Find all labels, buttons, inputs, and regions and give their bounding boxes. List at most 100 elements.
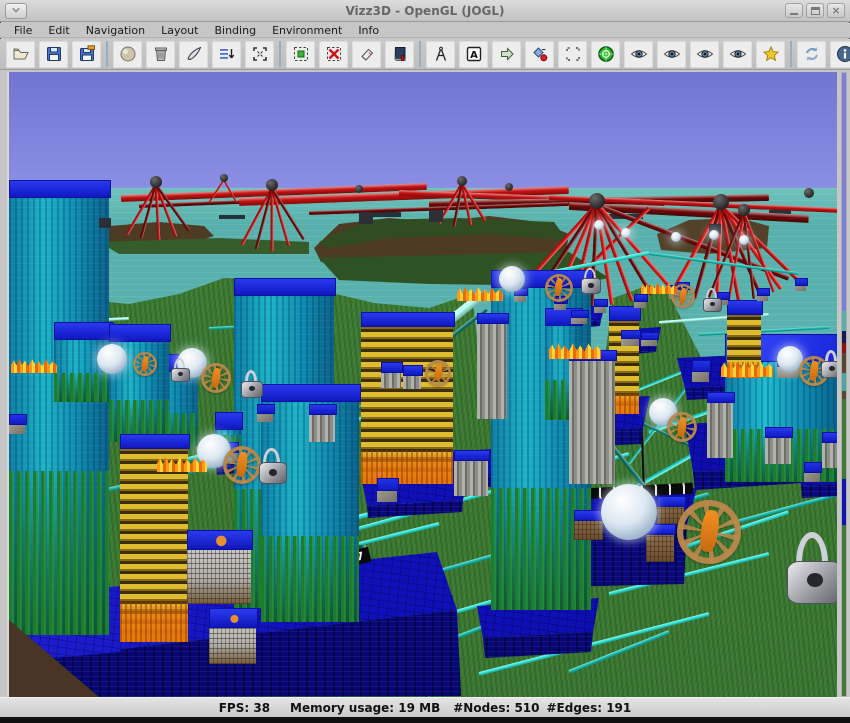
menu-edit[interactable]: Edit xyxy=(40,23,77,38)
delete-button[interactable] xyxy=(146,41,175,68)
side-strip xyxy=(841,72,847,697)
gear-icon xyxy=(201,363,231,393)
eye-icon xyxy=(696,45,714,63)
padlock-body xyxy=(259,462,287,484)
red-bundle-node xyxy=(738,204,750,216)
select-remove-button[interactable] xyxy=(319,41,348,68)
menu-environment[interactable]: Environment xyxy=(264,23,350,38)
sky xyxy=(9,72,837,190)
distant-object xyxy=(219,215,245,219)
chevron-down-icon xyxy=(9,2,23,21)
marquee-button[interactable] xyxy=(558,41,587,68)
title-bar[interactable]: Vizz3D - OpenGL (JOGL) × xyxy=(0,0,850,22)
star-icon xyxy=(762,45,780,63)
building-box xyxy=(757,288,768,301)
save-as-button[interactable] xyxy=(72,41,101,68)
maximize-button[interactable] xyxy=(806,3,824,18)
menu-file[interactable]: File xyxy=(6,23,40,38)
padlock-icon xyxy=(703,288,722,312)
toolbar: A xyxy=(0,39,850,70)
open-icon xyxy=(12,45,30,63)
window-bottom-border xyxy=(0,717,850,723)
building-gray xyxy=(765,427,791,464)
padlock-body xyxy=(581,278,601,294)
globe-button[interactable] xyxy=(591,41,620,68)
window-menu-button[interactable] xyxy=(5,3,27,19)
sphere-icon xyxy=(671,232,681,242)
node-link-icon xyxy=(531,45,549,63)
info-button[interactable] xyxy=(830,41,850,68)
padlock-body xyxy=(821,361,837,378)
menu-info[interactable]: Info xyxy=(350,23,387,38)
building-box xyxy=(634,294,646,308)
close-button[interactable]: × xyxy=(827,3,845,18)
select-add-button[interactable] xyxy=(286,41,315,68)
building-box xyxy=(804,462,820,482)
menu-binding[interactable]: Binding xyxy=(206,23,264,38)
refresh-button[interactable] xyxy=(797,41,826,68)
measure-button[interactable] xyxy=(426,41,455,68)
eraser-button[interactable] xyxy=(352,41,381,68)
fit-view-icon xyxy=(251,45,269,63)
book-icon xyxy=(391,45,409,63)
eye-3-button[interactable] xyxy=(690,41,719,68)
maximize-icon xyxy=(811,7,820,15)
sort-icon xyxy=(218,45,236,63)
building-brown xyxy=(574,510,603,540)
book-button[interactable] xyxy=(385,41,414,68)
building-gray xyxy=(569,350,615,484)
toolbar-separator xyxy=(279,41,281,67)
building-box xyxy=(9,414,25,434)
toolbar-separator xyxy=(419,41,421,67)
red-bundle-node xyxy=(505,183,513,191)
marquee-icon xyxy=(564,45,582,63)
eye-4-button[interactable] xyxy=(723,41,752,68)
eye-icon xyxy=(663,45,681,63)
fit-view-button[interactable] xyxy=(245,41,274,68)
sphere-icon xyxy=(739,235,749,245)
paint-button[interactable] xyxy=(179,41,208,68)
svg-text:A: A xyxy=(470,50,478,61)
padlock-body xyxy=(241,381,263,398)
minimize-button[interactable] xyxy=(785,3,803,18)
padlock-icon xyxy=(821,350,837,378)
eye-icon xyxy=(729,45,747,63)
save-button[interactable] xyxy=(39,41,68,68)
red-bundle-node xyxy=(266,179,278,191)
eye-2-button[interactable] xyxy=(657,41,686,68)
building-dark xyxy=(429,210,443,222)
status-bar: FPS: 38 Memory usage: 19 MB #Nodes: 510 … xyxy=(0,697,850,717)
node-link-button[interactable] xyxy=(525,41,554,68)
star-button[interactable] xyxy=(756,41,785,68)
sphere-icon xyxy=(499,266,525,292)
red-bundle-node xyxy=(713,194,729,210)
building-gray xyxy=(477,313,507,419)
gear-icon xyxy=(677,500,741,564)
padlock-body xyxy=(787,561,837,604)
memory-usage-value: Memory usage: 19 MB xyxy=(290,701,440,715)
gear-icon xyxy=(223,446,261,484)
text-label-button[interactable]: A xyxy=(459,41,488,68)
gear-icon xyxy=(133,352,157,376)
red-bundle-node xyxy=(804,188,814,198)
window-controls: × xyxy=(785,3,845,18)
building-box xyxy=(621,330,639,346)
gear-icon xyxy=(545,274,573,302)
padlock-icon xyxy=(787,532,837,604)
menu-navigation[interactable]: Navigation xyxy=(78,23,153,38)
forward-button[interactable] xyxy=(492,41,521,68)
open-button[interactable] xyxy=(6,41,35,68)
sphere-button[interactable] xyxy=(113,41,142,68)
menu-bar: FileEditNavigationLayoutBindingEnvironme… xyxy=(0,23,850,38)
refresh-icon xyxy=(803,45,821,63)
fps-value: FPS: 38 xyxy=(219,701,270,715)
scene-canvas[interactable]: 7 xyxy=(7,72,837,697)
padlock-body xyxy=(171,368,190,382)
menu-layout[interactable]: Layout xyxy=(153,23,206,38)
sort-button[interactable] xyxy=(212,41,241,68)
eye-1-button[interactable] xyxy=(624,41,653,68)
eye-icon xyxy=(630,45,648,63)
save-icon xyxy=(45,45,63,63)
node-count-value: #Nodes: 510 xyxy=(453,701,539,715)
app-window: Vizz3D - OpenGL (JOGL) × FileEditNavigat… xyxy=(0,0,850,723)
